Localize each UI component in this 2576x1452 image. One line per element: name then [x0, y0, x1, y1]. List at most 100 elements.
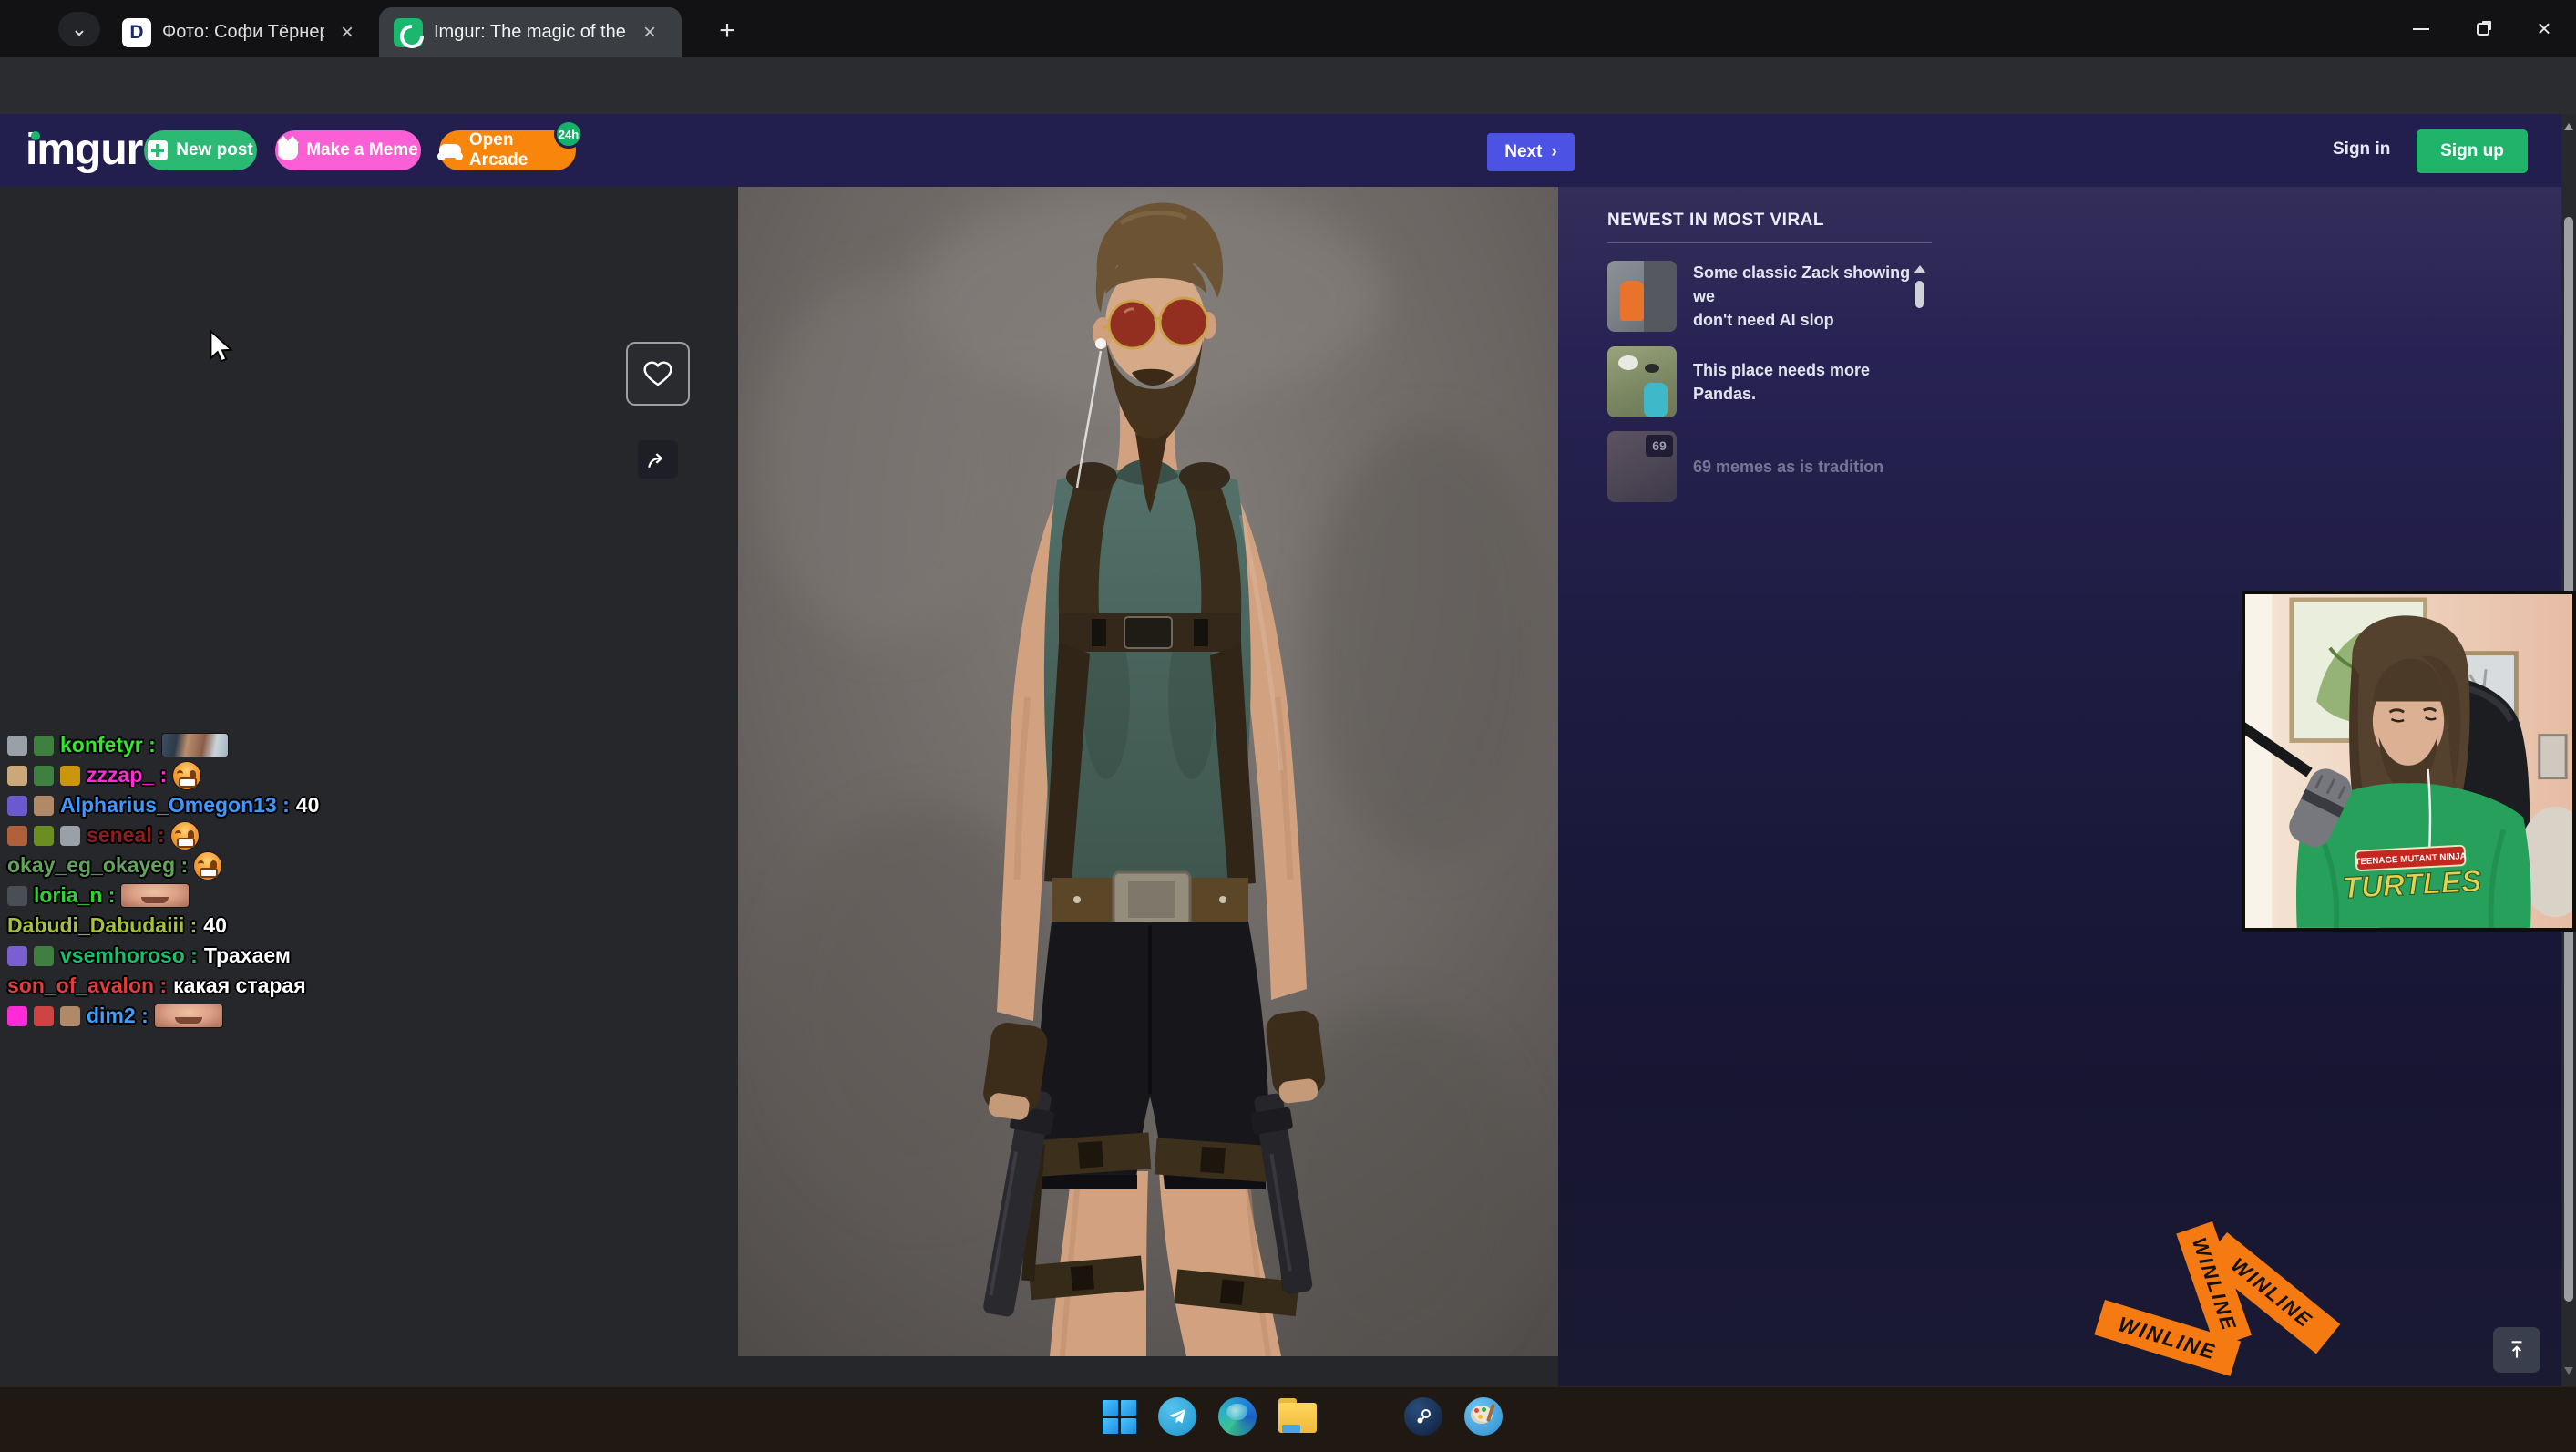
taskbar-steam[interactable] [1403, 1396, 1443, 1437]
chat-overlay: konfetyr :zzzap_ :Alpharius_Omegon13 :40… [7, 730, 663, 1031]
open-arcade-button[interactable]: Open Arcade 24h [439, 130, 576, 170]
post-image[interactable] [738, 187, 1558, 1356]
wide-meme-pink-emote-icon [121, 884, 189, 907]
windows-logo-icon [1103, 1400, 1136, 1434]
chevron-down-icon: ⌄ [71, 17, 87, 41]
taskbar-edge[interactable] [1217, 1396, 1257, 1437]
close-tab-icon[interactable]: × [334, 20, 361, 46]
chat-badge-icon [34, 946, 54, 966]
chat-username: zzzap_ : [87, 763, 167, 788]
heart-icon [642, 359, 673, 388]
sign-up-button[interactable]: Sign up [2417, 129, 2528, 173]
chat-message: loria_n : [7, 880, 663, 911]
browser-toolbar: imgur.com/a/S8It3Zz ☆ Завершить обновлен… [0, 57, 2576, 114]
chat-badge-icon [7, 1006, 27, 1026]
taskbar-paint[interactable] [1463, 1396, 1504, 1437]
arcade-badge: 24h [554, 119, 583, 149]
plus-icon [148, 140, 168, 160]
taskbar: ENG 9:30 16.01.2026 [0, 1386, 2576, 1452]
chat-username: vsemhoroso : [60, 943, 198, 968]
chat-message-text: 40 [203, 913, 227, 938]
tab-search-button[interactable]: ⌄ [58, 12, 100, 46]
sidebar-title: NEWEST IN MOST VIRAL [1607, 211, 1824, 231]
chat-username: Dabudi_Dabudaiii : [7, 913, 197, 938]
next-button[interactable]: Next› [1487, 133, 1575, 171]
chat-message-text: какая старая [173, 973, 306, 998]
favorite-button[interactable] [626, 342, 690, 406]
sidebar-item-zack[interactable]: Some classic Zack showing wedon't need A… [1607, 261, 1926, 332]
new-tab-button[interactable]: + [709, 13, 745, 49]
chat-badge-icon [34, 1006, 54, 1026]
tab-title: Imgur: The magic of the Interne [434, 22, 627, 43]
chat-message: son_of_avalon :какая старая [7, 971, 663, 1001]
close-window-button[interactable]: × [2514, 0, 2574, 57]
gamepad-icon [439, 144, 461, 158]
imgur-logo[interactable]: imgur [26, 125, 142, 175]
sidebar-item-69-memes[interactable]: 69 69 memes as is tradition [1607, 431, 1926, 502]
chat-message: zzzap_ : [7, 760, 663, 790]
post-thumbnail [1607, 346, 1677, 417]
wide-meme-pink-emote-icon [155, 1004, 222, 1027]
cursor-arrow-icon [208, 330, 239, 365]
browser-titlebar: ⌄ D Фото: Софи Тёрнер в образе Л × Imgur… [0, 0, 2576, 57]
chat-message: seneal : [7, 820, 663, 850]
chat-message: dim2 : [7, 1001, 663, 1031]
winline-watermark: WINLINE WINLINE WINLINE [2125, 1220, 2353, 1365]
post-thumbnail: 69 [1607, 431, 1677, 502]
chat-badge-icon [60, 1006, 80, 1026]
chat-message-text: Трахаем [204, 943, 291, 968]
edge-icon [1218, 1397, 1257, 1436]
emote-face-emote-icon [171, 822, 199, 850]
chevron-right-icon: › [1551, 142, 1556, 162]
chat-badge-icon [7, 796, 27, 816]
chat-message: vsemhoroso :Трахаем [7, 941, 663, 971]
webcam-video: TEENAGE MUTANT NINJA TURTLES [2245, 594, 2572, 928]
chat-badge-icon [34, 766, 54, 786]
make-a-meme-button[interactable]: Make a Meme [275, 130, 421, 170]
cosplay-photo [738, 187, 1558, 1356]
close-tab-icon[interactable]: × [636, 20, 663, 46]
restore-button[interactable] [2453, 0, 2513, 57]
sidebar-item-pandas[interactable]: This place needs more Pandas. [1607, 346, 1926, 417]
arrow-up-to-line-icon [2505, 1338, 2529, 1362]
scroll-to-top-button[interactable] [2493, 1327, 2540, 1373]
share-button[interactable] [638, 440, 678, 479]
chat-username: Alpharius_Omegon13 : [60, 793, 290, 818]
chat-username: seneal : [87, 823, 165, 848]
taskbar-explorer[interactable] [1278, 1396, 1318, 1437]
sidebar-divider [1607, 242, 1932, 243]
chat-badge-icon [7, 886, 27, 906]
start-button[interactable] [1099, 1396, 1139, 1437]
chat-username: loria_n : [34, 883, 115, 908]
new-post-button[interactable]: New post [144, 130, 257, 170]
thumbnail-badge: 69 [1646, 435, 1673, 457]
tab-photo[interactable]: D Фото: Софи Тёрнер в образе Л × [108, 7, 366, 57]
chat-badge-icon [60, 826, 80, 846]
telegram-icon [1158, 1397, 1196, 1436]
post-thumbnail [1607, 261, 1677, 332]
wide-meme-dark-emote-icon [162, 734, 228, 757]
paint-icon [1464, 1397, 1503, 1436]
imgur-logo-dot [31, 131, 40, 140]
minimize-button[interactable] [2391, 0, 2451, 57]
emote-face-emote-icon [194, 852, 221, 880]
chat-message-text: 40 [296, 793, 320, 818]
tab-imgur[interactable]: Imgur: The magic of the Interne × [379, 7, 682, 57]
chat-badge-icon [7, 826, 27, 846]
chat-message: Dabudi_Dabudaiii :40 [7, 911, 663, 941]
scrollbar-down-icon[interactable] [2564, 1367, 2573, 1375]
chat-username: okay_eg_okayeg : [7, 853, 188, 878]
share-arrow-icon [646, 448, 670, 470]
taskbar-telegram[interactable] [1157, 1396, 1197, 1437]
meme-cat-icon [278, 141, 298, 160]
webcam-overlay: TEENAGE MUTANT NINJA TURTLES [2242, 591, 2576, 932]
chat-message: okay_eg_okayeg : [7, 850, 663, 880]
sign-in-link[interactable]: Sign in [2333, 139, 2390, 160]
file-explorer-icon [1278, 1404, 1317, 1435]
scrollbar-up-icon[interactable] [2564, 123, 2573, 130]
chat-badge-icon [7, 766, 27, 786]
chat-badge-icon [7, 946, 27, 966]
mouse-cursor [208, 330, 239, 365]
screen: ⌄ D Фото: Софи Тёрнер в образе Л × Imgur… [0, 0, 2576, 1452]
chat-badge-icon [34, 826, 54, 846]
